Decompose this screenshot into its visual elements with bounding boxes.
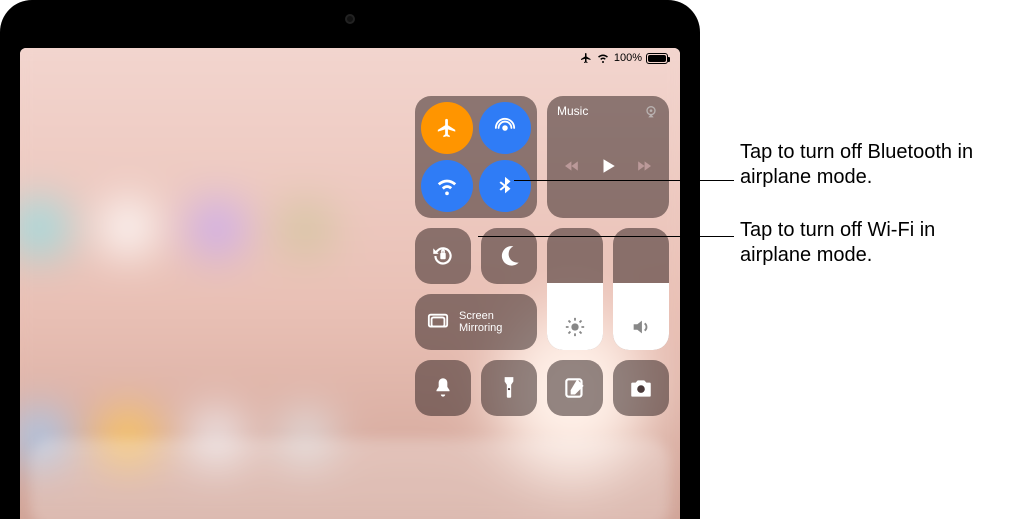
bluetooth-toggle[interactable]: [479, 160, 531, 212]
ipad-frame: 100%: [0, 0, 700, 519]
silent-mode-toggle[interactable]: [415, 360, 471, 416]
status-bar: 100%: [580, 52, 668, 64]
now-playing-app-label: Music: [557, 104, 588, 118]
airplay-audio-icon[interactable]: [643, 104, 659, 123]
control-center: Music: [415, 96, 660, 416]
flashlight-toggle[interactable]: [481, 360, 537, 416]
now-playing-tile[interactable]: Music: [547, 96, 669, 218]
notes-quick-action[interactable]: [547, 360, 603, 416]
wifi-toggle[interactable]: [421, 160, 473, 212]
ipad-screen: 100%: [20, 48, 680, 519]
next-track-button[interactable]: [635, 159, 653, 178]
rotation-lock-toggle[interactable]: [415, 228, 471, 284]
brightness-slider[interactable]: [547, 228, 603, 350]
callouts: Tap to turn off Bluetooth in airplane mo…: [740, 140, 1000, 296]
screen-mirroring-button[interactable]: Screen Mirroring: [415, 294, 537, 350]
screen-mirroring-label: Screen Mirroring: [459, 310, 525, 334]
volume-slider[interactable]: [613, 228, 669, 350]
airdrop-toggle[interactable]: [479, 102, 531, 154]
connectivity-group: [415, 96, 537, 218]
battery-icon: [646, 53, 668, 64]
callout-leader-wifi: [478, 236, 734, 237]
airplane-mode-toggle[interactable]: [421, 102, 473, 154]
play-button[interactable]: [599, 156, 617, 181]
callout-leader-bluetooth: [514, 180, 734, 181]
wifi-status-icon: [596, 52, 610, 64]
front-camera: [345, 14, 355, 24]
callout-bluetooth: Tap to turn off Bluetooth in airplane mo…: [740, 140, 1000, 190]
callout-wifi: Tap to turn off Wi-Fi in airplane mode.: [740, 218, 1000, 268]
dock-blur: [30, 439, 670, 519]
battery-percent-text: 100%: [614, 52, 642, 64]
camera-quick-action[interactable]: [613, 360, 669, 416]
previous-track-button[interactable]: [563, 159, 581, 178]
airplane-mode-status-icon: [580, 52, 592, 64]
